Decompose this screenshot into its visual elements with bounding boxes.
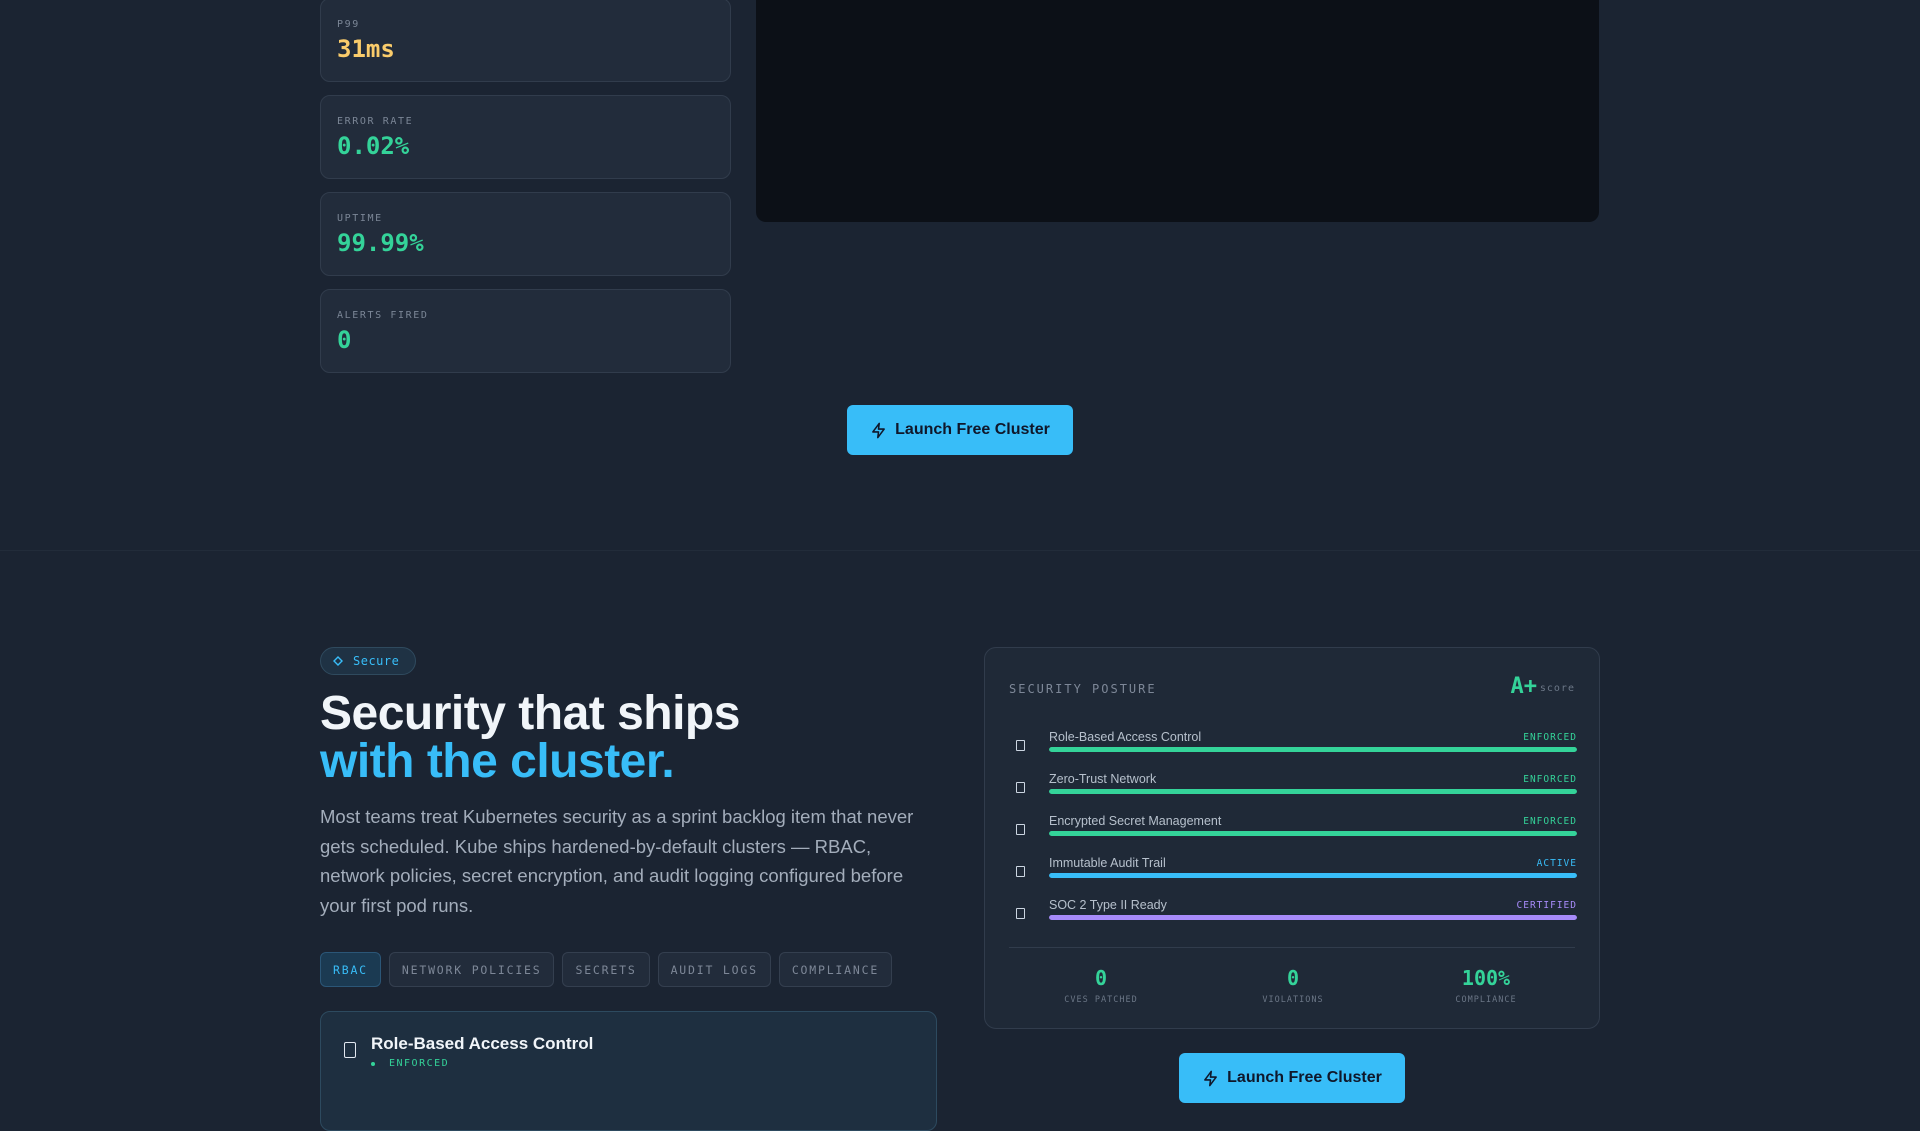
detail-title: Role-Based Access Control	[371, 1034, 594, 1053]
control-progress-bar	[1049, 747, 1577, 752]
lock-icon	[1016, 866, 1025, 877]
launch-free-cluster-button[interactable]: Launch Free Cluster	[847, 405, 1073, 455]
detail-status-label: ENFORCED	[389, 1058, 450, 1069]
control-progress-fill	[1049, 789, 1577, 794]
stat-label: VIOLATIONS	[1262, 995, 1324, 1005]
section-description: Most teams treat Kubernetes security as …	[320, 806, 914, 916]
stat-value: 100%	[1461, 966, 1511, 990]
control-progress-fill	[1049, 915, 1577, 920]
control-row-rbac: Role-Based Access Control ENFORCED	[1009, 730, 1577, 760]
security-posture-panel: SECURITY POSTURE A+ score Role-Based Acc…	[984, 647, 1600, 1029]
control-progress-bar	[1049, 915, 1577, 920]
control-label: SOC 2 Type II Ready	[1049, 898, 1167, 912]
posture-title: SECURITY POSTURE	[1009, 682, 1157, 696]
diamond-icon	[333, 656, 343, 666]
tab-secrets[interactable]: SECRETS	[562, 952, 650, 987]
tab-audit-logs[interactable]: AUDIT LOGS	[657, 952, 771, 987]
stat-value: 0	[1286, 966, 1300, 990]
control-progress-bar	[1049, 873, 1577, 878]
control-progress-fill	[1049, 831, 1577, 836]
control-row-soc2: SOC 2 Type II Ready CERTIFIED	[1009, 898, 1577, 928]
metric-value: 99.99%	[337, 229, 424, 257]
metric-value: 0.02%	[337, 132, 410, 160]
badge-label: Secure	[353, 654, 400, 668]
heading-line-1: Security that ships	[320, 687, 740, 740]
secure-badge: Secure	[320, 647, 416, 675]
control-label: Encrypted Secret Management	[1049, 814, 1222, 828]
metric-label: ERROR RATE	[337, 116, 414, 127]
metric-value: 0	[337, 326, 352, 354]
lock-icon	[1016, 824, 1025, 835]
metric-label: P99	[337, 19, 360, 30]
metric-card-alerts-fired: ALERTS FIRED 0	[320, 289, 731, 373]
lock-icon	[1016, 908, 1025, 919]
launch-free-cluster-button-secondary[interactable]: Launch Free Cluster	[1179, 1053, 1405, 1103]
section-divider	[0, 550, 1920, 551]
posture-grade: A+	[1510, 674, 1538, 699]
control-status: ENFORCED	[1523, 732, 1577, 743]
control-status: ACTIVE	[1536, 858, 1577, 869]
control-status: ENFORCED	[1523, 774, 1577, 785]
control-progress-bar	[1049, 789, 1577, 794]
metric-card-p99: P99 31ms	[320, 0, 731, 82]
button-label: Launch Free Cluster	[1227, 1069, 1382, 1086]
control-progress-fill	[1049, 747, 1577, 752]
status-dot	[371, 1061, 375, 1066]
posture-score-label: score	[1539, 683, 1575, 694]
detail-status: ENFORCED	[371, 1058, 449, 1069]
button-label: Launch Free Cluster	[895, 421, 1050, 438]
stat-compliance: 100% COMPLIANCE	[1406, 966, 1566, 1005]
stat-label: COMPLIANCE	[1455, 995, 1517, 1005]
metric-label: ALERTS FIRED	[337, 310, 429, 321]
control-status: ENFORCED	[1523, 816, 1577, 827]
section-heading: Security that ships with the cluster.	[320, 690, 740, 786]
heading-line-2: with the cluster.	[320, 735, 675, 788]
control-label: Immutable Audit Trail	[1049, 856, 1166, 870]
lightning-icon	[872, 422, 886, 438]
control-row-secrets: Encrypted Secret Management ENFORCED	[1009, 814, 1577, 844]
stat-label: CVES PATCHED	[1064, 995, 1138, 1005]
metric-label: UPTIME	[337, 213, 383, 224]
security-tabs: RBAC NETWORK POLICIES SECRETS AUDIT LOGS…	[320, 952, 893, 987]
control-label: Role-Based Access Control	[1049, 730, 1202, 744]
divider	[1009, 947, 1575, 948]
lock-icon	[1016, 782, 1025, 793]
stat-cves-patched: 0 CVES PATCHED	[1021, 966, 1181, 1005]
lock-icon	[1016, 740, 1025, 751]
metric-value: 31ms	[337, 35, 395, 63]
tab-network-policies[interactable]: NETWORK POLICIES	[388, 952, 555, 987]
control-progress-bar	[1049, 831, 1577, 836]
control-label: Zero-Trust Network	[1049, 772, 1157, 786]
tab-compliance[interactable]: COMPLIANCE	[778, 952, 893, 987]
metric-card-error-rate: ERROR RATE 0.02%	[320, 95, 731, 179]
terminal-panel	[756, 0, 1599, 222]
tab-detail-card: Role-Based Access Control ENFORCED	[320, 1011, 937, 1131]
control-row-zero-trust: Zero-Trust Network ENFORCED	[1009, 772, 1577, 802]
metric-card-uptime: UPTIME 99.99%	[320, 192, 731, 276]
stat-value: 0	[1094, 966, 1108, 990]
lock-icon	[344, 1042, 356, 1058]
lightning-icon	[1204, 1070, 1218, 1086]
control-row-audit: Immutable Audit Trail ACTIVE	[1009, 856, 1577, 886]
control-status: CERTIFIED	[1516, 900, 1577, 911]
control-progress-fill	[1049, 873, 1577, 878]
tab-rbac[interactable]: RBAC	[320, 952, 381, 987]
stat-violations: 0 VIOLATIONS	[1213, 966, 1373, 1005]
